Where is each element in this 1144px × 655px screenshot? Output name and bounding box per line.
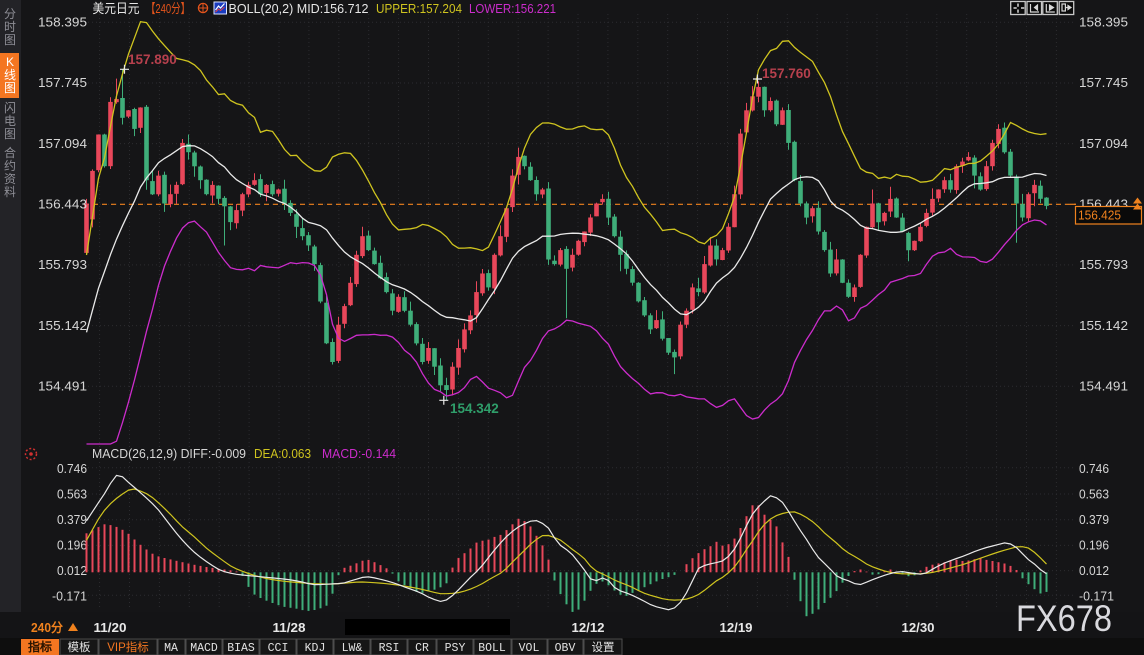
svg-text:0.379: 0.379	[1079, 513, 1109, 527]
svg-text:157.760: 157.760	[762, 66, 811, 81]
svg-text:157.094: 157.094	[38, 137, 87, 151]
svg-text:CCI: CCI	[268, 642, 289, 655]
svg-text:图: 图	[4, 33, 16, 47]
svg-text:155.793: 155.793	[1079, 258, 1128, 272]
svg-text:0.012: 0.012	[1079, 564, 1109, 578]
svg-text:FX678: FX678	[1016, 598, 1112, 639]
svg-text:157.745: 157.745	[38, 76, 87, 90]
svg-text:12/30: 12/30	[902, 621, 935, 635]
svg-text:【240分】: 【240分】	[146, 1, 190, 16]
svg-text:-0.171: -0.171	[52, 589, 87, 603]
svg-text:240分: 240分	[31, 620, 63, 635]
svg-text:约: 约	[4, 158, 16, 173]
svg-text:0.746: 0.746	[1079, 462, 1109, 476]
svg-text:11/20: 11/20	[94, 621, 127, 635]
svg-text:MA: MA	[164, 642, 178, 655]
svg-text:157.890: 157.890	[128, 52, 177, 67]
svg-text:LOWER:156.221: LOWER:156.221	[469, 1, 556, 16]
svg-text:155.142: 155.142	[38, 319, 87, 333]
svg-text:MACD: MACD	[190, 642, 218, 655]
svg-text:156.425: 156.425	[1078, 209, 1121, 223]
svg-text:MACD(26,12,9) DIFF:-0.009: MACD(26,12,9) DIFF:-0.009	[92, 446, 246, 461]
svg-text:155.142: 155.142	[1079, 319, 1128, 333]
svg-text:RSI: RSI	[379, 642, 400, 655]
svg-text:电: 电	[4, 114, 16, 128]
svg-text:闪: 闪	[4, 101, 16, 115]
svg-text:155.793: 155.793	[38, 258, 87, 272]
svg-text:指标: 指标	[28, 639, 52, 654]
svg-text:CR: CR	[415, 642, 429, 655]
svg-text:图: 图	[4, 81, 16, 95]
svg-text:158.395: 158.395	[1079, 16, 1128, 30]
svg-text:料: 料	[4, 185, 16, 199]
svg-text:设置: 设置	[592, 641, 615, 654]
svg-text:BIAS: BIAS	[227, 642, 255, 655]
svg-text:156.443: 156.443	[38, 198, 87, 212]
svg-text:0.563: 0.563	[1079, 487, 1109, 501]
svg-text:0.746: 0.746	[57, 462, 87, 476]
svg-text:157.094: 157.094	[1079, 137, 1128, 151]
svg-text:158.395: 158.395	[38, 16, 87, 30]
svg-text:0.012: 0.012	[57, 564, 87, 578]
svg-text:0.563: 0.563	[57, 487, 87, 501]
svg-text:VIP指标: VIP指标	[107, 640, 149, 654]
svg-text:OBV: OBV	[555, 642, 576, 655]
svg-text:模板: 模板	[68, 640, 91, 654]
svg-text:BOLL: BOLL	[478, 642, 506, 655]
svg-text:BOLL(20,2) MID:156.712: BOLL(20,2) MID:156.712	[229, 1, 369, 16]
svg-text:12/12: 12/12	[572, 621, 605, 635]
svg-text:PSY: PSY	[445, 642, 466, 655]
svg-text:合: 合	[4, 145, 16, 160]
svg-text:KDJ: KDJ	[305, 642, 326, 655]
svg-text:0.196: 0.196	[1079, 538, 1109, 552]
svg-text:美元日元: 美元日元	[93, 1, 140, 16]
svg-text:154.342: 154.342	[450, 401, 499, 416]
svg-text:图: 图	[4, 127, 16, 141]
svg-text:UPPER:157.204: UPPER:157.204	[376, 1, 462, 16]
svg-text:K: K	[6, 55, 14, 69]
svg-text:154.491: 154.491	[1079, 380, 1128, 394]
svg-text:154.491: 154.491	[38, 380, 87, 394]
svg-text:0.196: 0.196	[57, 538, 87, 552]
svg-text:VOL: VOL	[519, 642, 540, 655]
svg-text:DEA:0.063: DEA:0.063	[254, 446, 311, 461]
svg-text:时: 时	[4, 20, 16, 34]
svg-text:12/19: 12/19	[720, 621, 753, 635]
svg-text:LW&: LW&	[342, 642, 363, 655]
svg-text:分: 分	[4, 7, 16, 21]
svg-text:157.745: 157.745	[1079, 76, 1128, 90]
svg-text:11/28: 11/28	[273, 621, 306, 635]
svg-text:MACD:-0.144: MACD:-0.144	[322, 446, 396, 461]
svg-text:线: 线	[4, 68, 16, 82]
svg-text:资: 资	[4, 172, 16, 186]
svg-text:0.379: 0.379	[57, 513, 87, 527]
